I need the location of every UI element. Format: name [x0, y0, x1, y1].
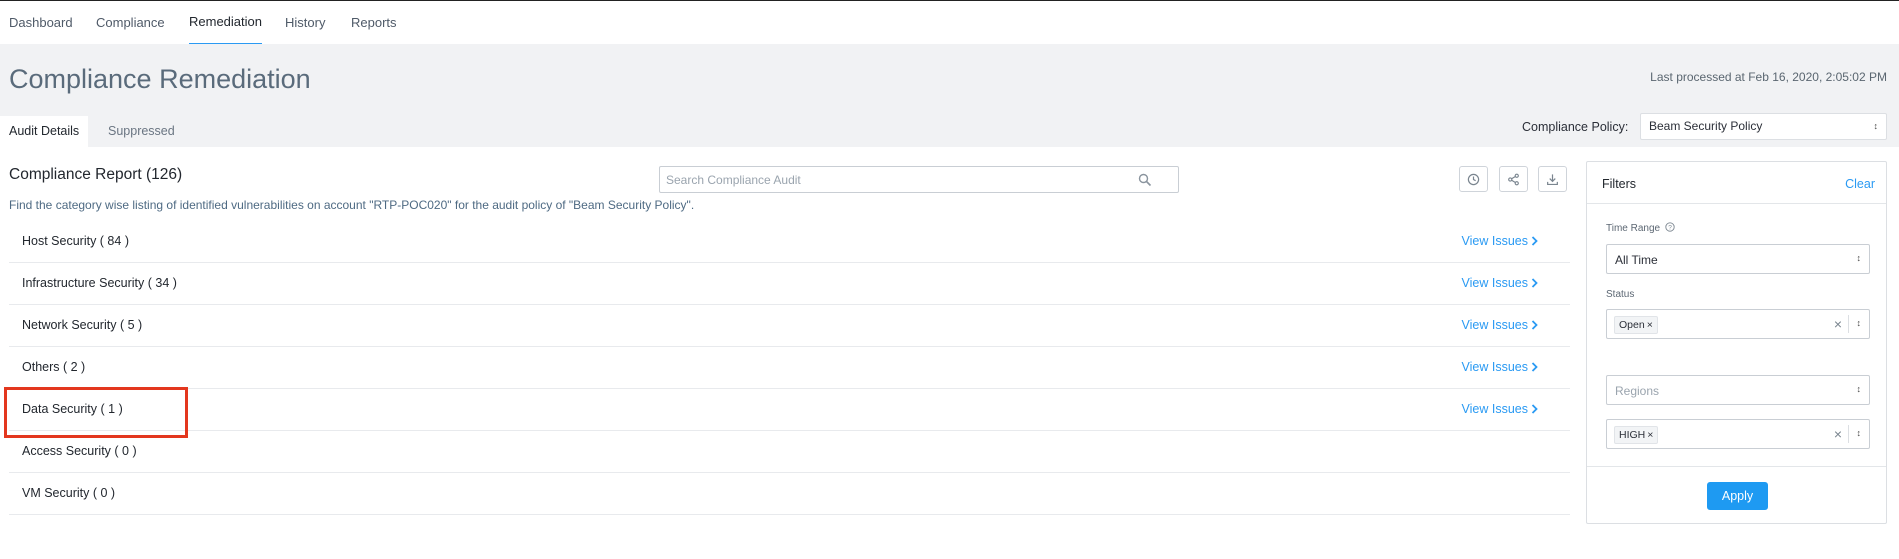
category-label: VM Security ( 0 ) [22, 486, 116, 500]
severity-select[interactable]: HIGH × × ↕ [1606, 419, 1870, 449]
severity-chip-label: HIGH [1619, 429, 1646, 441]
select-divider [1848, 315, 1849, 333]
chevron-right-icon[interactable] [1531, 320, 1538, 330]
view-issues-link[interactable]: View Issues [1462, 360, 1528, 374]
report-title: Compliance Report (126) [9, 166, 183, 183]
select-arrows-icon: ↕ [1873, 121, 1879, 131]
search-icon[interactable] [1138, 173, 1152, 187]
search-input[interactable] [660, 167, 1140, 192]
tab-remediation[interactable]: Remediation [189, 1, 262, 45]
category-label: Host Security ( 84 ) [22, 234, 129, 248]
tab-history[interactable]: History [285, 1, 325, 45]
status-chip-label: Open [1619, 319, 1645, 331]
status-chip: Open × [1614, 316, 1658, 334]
compliance-policy-label: Compliance Policy: [1522, 120, 1629, 134]
filters-title: Filters [1602, 177, 1637, 191]
category-label: Others ( 2 ) [22, 360, 86, 374]
remove-chip-icon[interactable]: × [1647, 319, 1653, 331]
chevron-right-icon[interactable] [1531, 362, 1538, 372]
tab-reports[interactable]: Reports [351, 1, 397, 45]
filters-panel: Filters Clear Time Range ? All Time ↕ St… [1586, 161, 1887, 524]
chevron-right-icon[interactable] [1531, 404, 1538, 414]
select-arrows-icon: ↕ [1856, 384, 1862, 394]
select-arrows-icon: ↕ [1856, 318, 1862, 328]
time-range-value: All Time [1615, 253, 1658, 267]
download-button[interactable] [1538, 166, 1567, 192]
top-nav: Dashboard Compliance Remediation History… [0, 0, 1899, 45]
select-arrows-icon: ↕ [1856, 253, 1862, 263]
page-header: Compliance Remediation Last processed at… [0, 44, 1899, 147]
view-issues-link[interactable]: View Issues [1462, 234, 1528, 248]
regions-select[interactable]: Regions ↕ [1606, 375, 1870, 405]
clear-filters-link[interactable]: Clear [1845, 177, 1875, 191]
download-icon [1547, 173, 1558, 185]
svg-text:?: ? [1668, 225, 1672, 232]
last-processed-text: Last processed at Feb 16, 2020, 2:05:02 … [1650, 70, 1887, 84]
subtab-audit-details[interactable]: Audit Details [0, 116, 89, 147]
time-range-label: Time Range ? [1606, 222, 1675, 234]
apply-button[interactable]: Apply [1707, 482, 1768, 510]
time-range-select[interactable]: All Time ↕ [1606, 244, 1870, 274]
category-label: Infrastructure Security ( 34 ) [22, 276, 177, 290]
search-box [659, 166, 1179, 193]
category-label: Access Security ( 0 ) [22, 444, 137, 458]
page-title: Compliance Remediation [9, 64, 311, 94]
clear-selection-icon[interactable]: × [1834, 316, 1842, 332]
category-list: Host Security ( 84 ) View Issues Infrast… [9, 221, 1570, 515]
compliance-policy-value: Beam Security Policy [1649, 119, 1763, 133]
category-row-vm-security: VM Security ( 0 ) [9, 473, 1570, 515]
category-label: Network Security ( 5 ) [22, 318, 143, 332]
tab-compliance[interactable]: Compliance [96, 1, 165, 45]
compliance-policy-select[interactable]: Beam Security Policy ↕ [1640, 113, 1887, 140]
history-button[interactable] [1459, 166, 1488, 192]
select-arrows-icon: ↕ [1856, 428, 1862, 438]
category-row-data-security: Data Security ( 1 ) View Issues [9, 389, 1570, 431]
category-row-others: Others ( 2 ) View Issues [9, 347, 1570, 389]
status-label: Status [1606, 289, 1635, 300]
remove-chip-icon[interactable]: × [1647, 429, 1653, 441]
select-divider [1848, 425, 1849, 443]
view-issues-link[interactable]: View Issues [1462, 276, 1528, 290]
category-row-access-security: Access Security ( 0 ) [9, 431, 1570, 473]
category-label: Data Security ( 1 ) [22, 402, 123, 416]
chevron-right-icon[interactable] [1531, 236, 1538, 246]
subtab-suppressed[interactable]: Suppressed [99, 116, 184, 147]
clear-selection-icon[interactable]: × [1834, 426, 1842, 442]
regions-placeholder: Regions [1615, 384, 1660, 398]
report-description: Find the category wise listing of identi… [9, 198, 695, 212]
view-issues-link[interactable]: View Issues [1462, 402, 1528, 416]
info-icon[interactable]: ? [1665, 222, 1675, 232]
tab-dashboard[interactable]: Dashboard [9, 1, 73, 45]
share-button[interactable] [1499, 166, 1528, 192]
clock-icon [1467, 173, 1480, 185]
status-select[interactable]: Open × × ↕ [1606, 309, 1870, 339]
share-icon [1508, 173, 1519, 185]
severity-chip: HIGH × [1614, 426, 1659, 444]
category-row-host-security: Host Security ( 84 ) View Issues [9, 221, 1570, 263]
filters-footer-divider [1587, 466, 1886, 467]
chevron-right-icon[interactable] [1531, 278, 1538, 288]
time-range-label-text: Time Range [1606, 223, 1661, 234]
category-row-network-security: Network Security ( 5 ) View Issues [9, 305, 1570, 347]
category-row-infrastructure-security: Infrastructure Security ( 34 ) View Issu… [9, 263, 1570, 305]
filters-header: Filters Clear [1587, 162, 1886, 204]
view-issues-link[interactable]: View Issues [1462, 318, 1528, 332]
